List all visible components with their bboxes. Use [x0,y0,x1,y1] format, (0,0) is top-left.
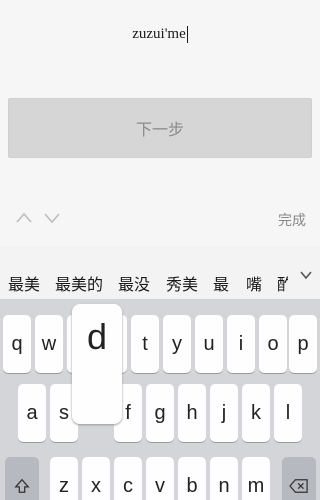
delete-key[interactable] [282,457,316,500]
key-x[interactable]: x [82,457,110,500]
input-value: zuzui'me [132,26,186,42]
key-b[interactable]: b [178,457,206,500]
chevron-down-icon[interactable] [298,267,314,283]
key-i[interactable]: i [227,315,255,373]
chevron-down-icon[interactable] [42,208,62,228]
candidate-item[interactable]: 酢 [277,271,288,295]
candidate-item[interactable]: 最美的 [55,271,103,295]
key-g[interactable]: g [146,384,174,442]
text-input[interactable]: zuzui'me [0,26,320,44]
keyboard-accessory-bar: 完成 [0,200,320,240]
chevron-up-icon[interactable] [14,208,34,228]
candidate-item[interactable]: 最 [213,271,229,295]
candidate-bar: 最美 最美的 最没 秀美 最 嘴 酢 [0,247,320,299]
key-p[interactable]: p [289,315,317,373]
key-y[interactable]: y [163,315,191,373]
backspace-icon [289,479,308,493]
key-h[interactable]: h [178,384,206,442]
key-l[interactable]: l [274,384,302,442]
key-a[interactable]: a [18,384,46,442]
key-w[interactable]: w [35,315,63,373]
input-area[interactable]: zuzui'me [0,0,320,90]
key-o[interactable]: o [259,315,287,373]
key-n[interactable]: n [210,457,238,500]
key-k[interactable]: k [242,384,270,442]
shift-icon [14,478,30,493]
key-u[interactable]: u [195,315,223,373]
candidate-item[interactable]: 秀美 [166,271,198,295]
key-t[interactable]: t [131,315,159,373]
key-m[interactable]: m [242,457,270,500]
candidate-item[interactable]: 最美 [8,271,40,295]
candidate-item[interactable]: 嘴 [246,271,262,295]
shift-key[interactable] [5,457,39,500]
done-button[interactable]: 完成 [278,210,306,230]
next-step-button[interactable]: 下一步 [8,98,312,158]
key-z[interactable]: z [50,457,78,500]
key-q[interactable]: q [3,315,31,373]
key-j[interactable]: j [210,384,238,442]
next-step-label: 下一步 [135,122,184,139]
text-caret [186,26,188,44]
keyboard: 最美 最美的 最没 秀美 最 嘴 酢 q w e r t y u i o p a… [0,247,320,500]
key-v[interactable]: v [146,457,174,500]
key-c[interactable]: c [114,457,142,500]
candidate-item[interactable]: 最没 [118,271,150,295]
key-d-popup[interactable]: d [72,304,122,424]
